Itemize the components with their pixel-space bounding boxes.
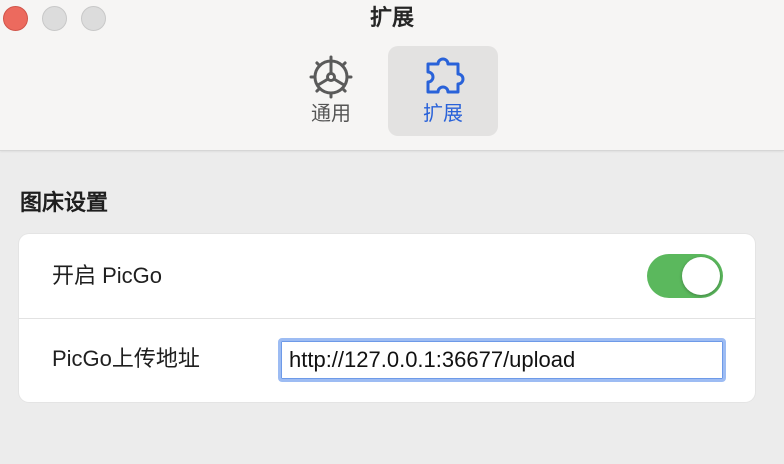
toggle-knob <box>682 257 720 295</box>
enable-picgo-row: 开启 PicGo <box>19 234 755 318</box>
section-title: 图床设置 <box>20 190 109 215</box>
preferences-window: 扩展 通用 扩展 图床设置 开启 PicGo PicGo上传地址 http://… <box>0 0 784 464</box>
settings-card: 开启 PicGo PicGo上传地址 <box>19 234 755 402</box>
tab-extensions-label: 扩展 <box>423 103 463 125</box>
tab-extensions[interactable]: 扩展 <box>388 46 498 136</box>
toolbar: 扩展 通用 扩展 <box>0 0 784 151</box>
upload-url-row: PicGo上传地址 <box>19 319 755 403</box>
gear-icon <box>309 55 353 99</box>
upload-url-input[interactable] <box>278 338 726 382</box>
window-title: 扩展 <box>369 5 414 30</box>
tab-general[interactable]: 通用 <box>276 46 386 136</box>
upload-url-label: PicGo上传地址 <box>52 346 200 371</box>
enable-picgo-label: 开启 PicGo <box>52 263 163 288</box>
tab-general-label: 通用 <box>311 103 351 125</box>
enable-picgo-toggle[interactable] <box>647 254 723 298</box>
puzzle-icon <box>426 57 465 94</box>
